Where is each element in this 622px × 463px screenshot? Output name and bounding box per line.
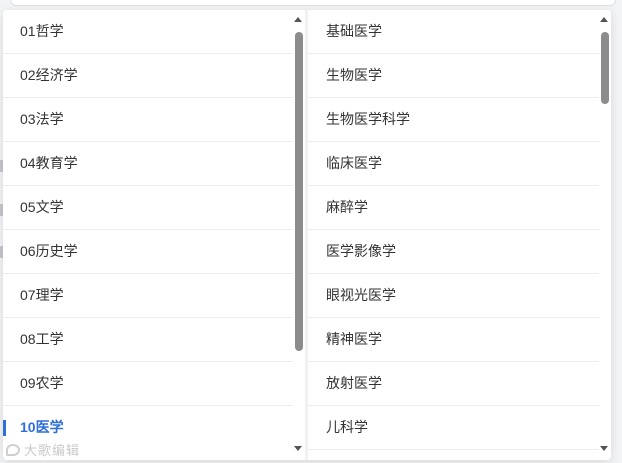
list-item[interactable]: 05文学 [3,186,293,230]
list-item[interactable]: 儿科学 [308,406,599,450]
speech-bubble-icon [6,443,20,456]
scroll-up-icon[interactable] [600,17,608,22]
list-item[interactable]: 09农学 [3,362,293,406]
list-item[interactable]: 03法学 [3,98,293,142]
category-scrollbar[interactable] [292,10,304,460]
scroll-down-icon[interactable] [294,446,302,451]
list-item[interactable]: 04教育学 [3,142,293,186]
list-item[interactable]: 医学影像学 [308,230,599,274]
list-item[interactable]: 07理学 [3,274,293,318]
list-item[interactable]: 生物医学 [308,54,599,98]
scroll-up-icon[interactable] [294,17,302,22]
scroll-thumb[interactable] [295,32,303,351]
list-item[interactable]: 基础医学 [308,10,599,54]
background-input-edge [0,0,622,8]
scroll-thumb[interactable] [601,32,609,104]
watermark: 大歌编辑 [6,440,80,459]
watermark-text: 大歌编辑 [24,443,81,458]
list-item[interactable]: 放射医学 [308,362,599,406]
cascader-dropdown: 01哲学 02经济学 03法学 04教育学 05文学 06历史学 07理学 08… [3,10,611,460]
category-list: 01哲学 02经济学 03法学 04教育学 05文学 06历史学 07理学 08… [3,10,305,460]
list-item[interactable]: 麻醉学 [308,186,599,230]
list-item[interactable]: 08工学 [3,318,293,362]
scroll-down-icon[interactable] [600,446,608,451]
list-item[interactable]: 精神医学 [308,318,599,362]
list-item[interactable]: 临床医学 [308,142,599,186]
list-item[interactable]: 06历史学 [3,230,293,274]
subcategory-scrollbar[interactable] [598,10,610,460]
list-item[interactable]: 01哲学 [3,10,293,54]
list-item[interactable]: 02经济学 [3,54,293,98]
list-item[interactable]: 眼视光医学 [308,274,599,318]
subcategory-list: 基础医学 生物医学 生物医学科学 临床医学 麻醉学 医学影像学 眼视光医学 精神… [308,10,611,460]
list-item[interactable]: 生物医学科学 [308,98,599,142]
